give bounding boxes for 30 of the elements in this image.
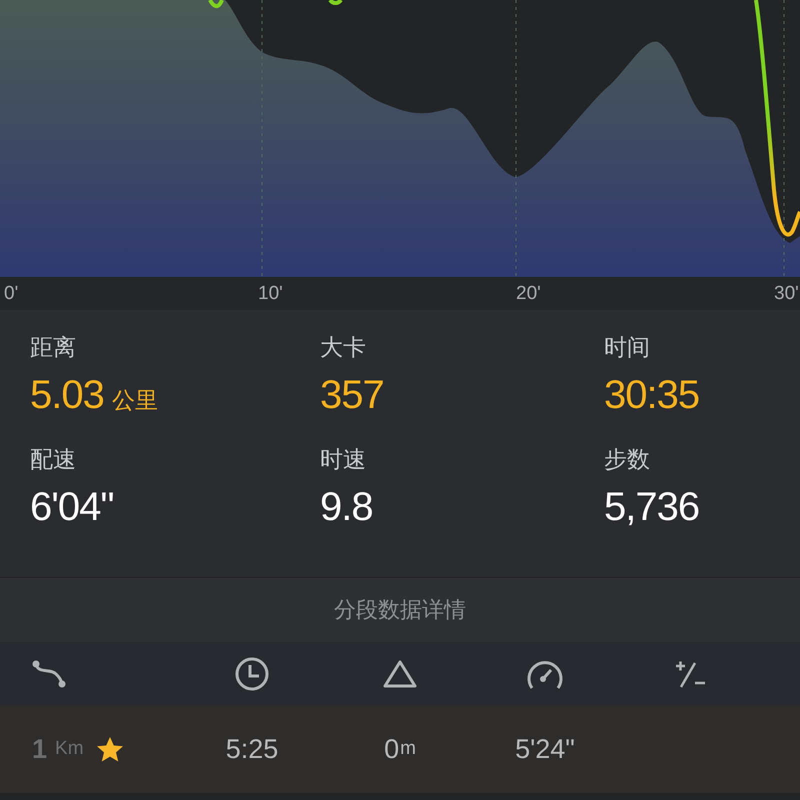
section-title: 分段数据详情 [334, 596, 466, 624]
axis-label: 10' [258, 282, 283, 304]
stat-value: 5.03 [30, 373, 104, 418]
elevation-unit: m [400, 738, 416, 760]
clock-icon [235, 656, 269, 690]
stat-value: 357 [320, 373, 384, 418]
route-icon [32, 660, 66, 688]
distance-unit: Km [55, 738, 84, 760]
plus-minus-icon[interactable] [673, 658, 707, 688]
stat-label: 时速 [320, 444, 367, 474]
stat-value: 6'04" [30, 484, 114, 530]
stat-label: 大卡 [320, 333, 367, 362]
stat-label: 时间 [604, 333, 651, 362]
stat-unit: 公里 [112, 386, 158, 415]
segment-time: 5:25 [226, 734, 278, 764]
segment-pace: 5'24" [515, 734, 575, 764]
segment-distance: 1 [32, 734, 48, 764]
stat-label: 配速 [30, 444, 77, 474]
stat-label: 距离 [30, 333, 77, 362]
axis-label: 20' [516, 282, 541, 304]
stat-label: 步数 [604, 444, 651, 474]
stat-value: 9.8 [320, 484, 373, 530]
section-header[interactable]: 分段数据详情 [0, 577, 800, 642]
stat-value: 30:35 [604, 373, 700, 418]
segment-elevation: 0 [384, 734, 400, 764]
axis-label: 0' [3, 282, 18, 304]
segment-row[interactable]: 1 Km 5:25 0m 5'24" [0, 705, 800, 793]
stat-value: 5,736 [604, 484, 700, 530]
triangle-icon [383, 660, 417, 688]
axis-label: 30' [774, 282, 799, 304]
